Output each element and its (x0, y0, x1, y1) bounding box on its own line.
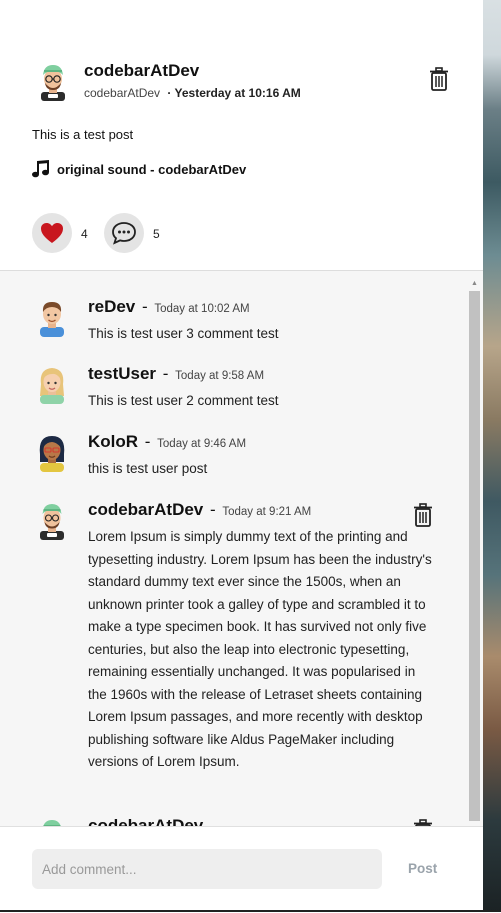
comment-header: codebarAtDev (88, 816, 203, 826)
scroll-thumb[interactable] (469, 291, 480, 821)
post-meta: codebarAtDev · Yesterday at 10:16 AM (84, 86, 301, 100)
separator-dash: - (158, 364, 174, 383)
comment-time: Today at 10:02 AM (154, 303, 250, 315)
delete-post-button[interactable] (428, 66, 450, 92)
commenter-name[interactable]: reDev (88, 297, 135, 316)
delete-comment-button[interactable] (412, 502, 434, 528)
comment-text: Lorem Ipsum is simply dummy text of the … (88, 529, 432, 769)
trash-icon (414, 819, 432, 826)
speech-bubble-icon (112, 222, 136, 245)
commenter-avatar[interactable] (36, 297, 68, 337)
post-sound[interactable]: original sound - codebarAtDev (32, 160, 246, 178)
trash-icon (430, 67, 448, 91)
sound-label: original sound - codebarAtDev (57, 161, 247, 177)
post-detail-panel: codebarAtDev codebarAtDev · Yesterday at… (0, 0, 483, 913)
comment-input[interactable] (32, 849, 382, 889)
comment-count: 5 (153, 227, 160, 241)
comment-text: this is test user post (88, 461, 208, 476)
commenter-avatar[interactable] (36, 364, 68, 404)
comment-header: KoloR - Today at 9:46 AM (88, 432, 246, 452)
like-button[interactable] (32, 213, 72, 253)
trash-icon (414, 503, 432, 527)
background-photo-strip (483, 0, 501, 912)
commenter-name[interactable]: testUser (88, 364, 156, 383)
delete-comment-button[interactable] (412, 818, 434, 826)
separator-dash: - (140, 432, 156, 451)
commenter-avatar[interactable] (36, 500, 68, 540)
commenter-name[interactable]: codebarAtDev (88, 500, 203, 519)
post-comment-button[interactable]: Post (408, 861, 437, 876)
comment-text: This is test user 2 comment test (88, 393, 279, 408)
comment-text: This is test user 3 comment test (88, 326, 279, 341)
add-comment-bar: Post (0, 826, 483, 913)
comment-header: testUser - Today at 9:58 AM (88, 364, 264, 384)
comments-scrollbar[interactable]: ▲ (469, 279, 480, 826)
like-count: 4 (81, 227, 88, 241)
commenter-name[interactable]: codebarAtDev (88, 816, 203, 826)
comments-list[interactable]: reDev - Today at 10:02 AM This is test u… (0, 270, 483, 826)
post-caption: This is a test post (32, 127, 134, 142)
heart-icon (41, 223, 63, 243)
scroll-up-arrow-icon[interactable]: ▲ (469, 279, 480, 289)
comment-header: codebarAtDev - Today at 9:21 AM (88, 500, 311, 520)
comment-time: Today at 9:58 AM (175, 370, 265, 382)
comment-header: reDev - Today at 10:02 AM (88, 297, 250, 317)
commenter-avatar[interactable] (36, 816, 68, 826)
separator-dash: - (137, 297, 153, 316)
comment-time: Today at 9:46 AM (157, 438, 247, 450)
post-timestamp: · Yesterday at 10:16 AM (167, 86, 301, 100)
commenter-avatar[interactable] (36, 432, 68, 472)
post-timestamp-value: Yesterday at 10:16 AM (174, 86, 301, 100)
comment-time: Today at 9:21 AM (222, 506, 312, 518)
comment-button[interactable] (104, 213, 144, 253)
post-author-name[interactable]: codebarAtDev (84, 61, 199, 81)
music-note-icon (32, 160, 49, 178)
post-author-handle[interactable]: codebarAtDev (84, 86, 160, 100)
commenter-name[interactable]: KoloR (88, 432, 138, 451)
post-author-avatar[interactable] (33, 61, 73, 101)
separator-dash: - (205, 500, 221, 519)
